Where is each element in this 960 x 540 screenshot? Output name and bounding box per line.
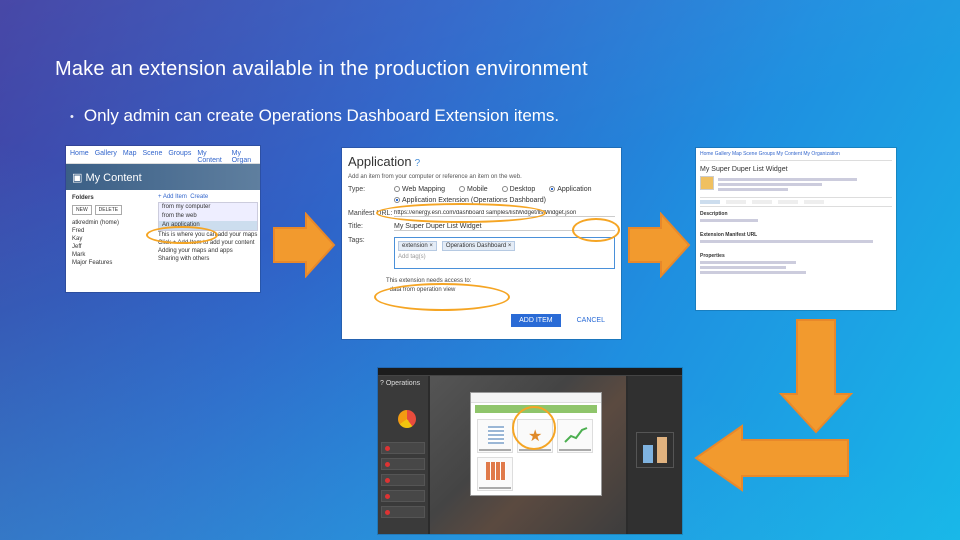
- section-properties: Properties: [700, 253, 725, 259]
- type-option[interactable]: Web Mapping: [394, 186, 451, 193]
- nav-item[interactable]: Groups: [168, 150, 191, 159]
- dashboard-titlebar: [378, 368, 682, 376]
- arrow-left-icon: [694, 424, 849, 492]
- radio-selected-icon: [394, 197, 400, 204]
- bullet-dot-icon: •: [70, 110, 74, 123]
- grid-icon: [486, 462, 506, 480]
- item-summary: [718, 176, 892, 193]
- tags-field[interactable]: extension × Operations Dashboard × Add t…: [394, 237, 615, 269]
- content-icon: ▣: [72, 172, 86, 184]
- bullet-text: Only admin can create Operations Dashboa…: [83, 106, 560, 125]
- type-row: Type: Web Mapping Mobile Desktop Applica…: [348, 186, 615, 204]
- item-header: [700, 176, 892, 193]
- nav-item[interactable]: Map: [123, 150, 137, 159]
- list-card[interactable]: [381, 458, 425, 470]
- chart-bar: [643, 445, 653, 463]
- add-item-button[interactable]: ADD ITEM: [511, 314, 561, 327]
- title-label: Title:: [348, 223, 363, 230]
- item-tab[interactable]: [778, 200, 798, 204]
- portal-nav: Home Gallery Map Scene Groups My Content…: [66, 146, 260, 164]
- item-tab[interactable]: [804, 200, 824, 204]
- add-application-dialog: Application? Add an item from your compu…: [342, 148, 621, 339]
- radio-icon: [394, 186, 400, 193]
- arrow-right-1-icon: [273, 212, 336, 278]
- nav-item[interactable]: Scene: [143, 150, 163, 159]
- radio-icon: [459, 186, 466, 193]
- table-icon: [488, 426, 504, 444]
- hint-link[interactable]: Sharing with others: [158, 255, 258, 263]
- help-icon[interactable]: ?: [415, 158, 421, 169]
- list-card[interactable]: [381, 506, 425, 518]
- arrow-right-2-icon: [628, 212, 691, 278]
- radio-icon: [501, 186, 508, 193]
- list-card[interactable]: [381, 490, 425, 502]
- section-manifest: Extension Manifest URL: [700, 232, 758, 238]
- dialog-title: Application?: [348, 154, 615, 169]
- dashboard-right-column: [628, 376, 682, 534]
- tag-chip[interactable]: extension ×: [398, 241, 437, 251]
- radio-icon: [549, 186, 556, 193]
- chart-bar: [657, 437, 667, 463]
- highlight-manifest-url: [572, 218, 620, 242]
- new-folder-button[interactable]: NEW: [72, 205, 92, 215]
- menu-item-web[interactable]: from the web: [159, 212, 257, 221]
- pie-chart-widget: [398, 410, 416, 428]
- item-tab[interactable]: [752, 200, 772, 204]
- type-option[interactable]: Mobile: [459, 186, 494, 193]
- highlight-summary: [374, 283, 510, 311]
- add-item-button[interactable]: + Add Item: [158, 194, 187, 200]
- highlight-custom-widget: [512, 406, 556, 450]
- item-tab[interactable]: [726, 200, 746, 204]
- type-option[interactable]: Application: [549, 186, 597, 193]
- slide-title: Make an extension available in the produ…: [55, 58, 588, 80]
- arrow-down-icon: [779, 319, 853, 434]
- widget-tile-table[interactable]: [477, 419, 513, 453]
- line-chart-icon: [564, 427, 588, 443]
- type-label: Type:: [348, 186, 366, 193]
- dialog-title-text: Application: [348, 154, 412, 169]
- nav-item[interactable]: Home: [70, 150, 89, 159]
- type-options: Web Mapping Mobile Desktop Application A…: [394, 186, 615, 204]
- section-description: Description: [700, 211, 728, 217]
- item-tab[interactable]: [700, 200, 720, 204]
- tag-chip[interactable]: Operations Dashboard ×: [441, 241, 516, 251]
- menu-item-computer[interactable]: from my computer: [159, 203, 257, 212]
- list-card[interactable]: [381, 474, 425, 486]
- tags-label: Tags:: [348, 237, 365, 244]
- tags-row: Tags: extension × Operations Dashboard ×…: [348, 237, 615, 269]
- widget-tile-grid[interactable]: [477, 457, 513, 491]
- item-nav: Home Gallery Map Scene Groups My Content…: [700, 151, 892, 161]
- hint-link[interactable]: Adding your maps and apps: [158, 247, 258, 255]
- nav-item[interactable]: My Content: [197, 150, 225, 164]
- nav-item[interactable]: Gallery: [95, 150, 117, 159]
- type-option[interactable]: Desktop: [501, 186, 542, 193]
- widget-tile-chart[interactable]: [557, 419, 593, 453]
- dialog-buttons: ADD ITEM CANCEL: [511, 314, 605, 327]
- dashboard-brand: ? Operations: [380, 380, 421, 387]
- operations-dashboard-screenshot: ? Operations ★: [378, 368, 682, 534]
- item-title: My Super Duper List Widget: [700, 166, 788, 173]
- dialog-subtitle: Add an item from your computer or refere…: [348, 174, 522, 180]
- create-button[interactable]: Create: [190, 194, 208, 200]
- add-tags-placeholder[interactable]: Add tag(s): [398, 254, 611, 260]
- my-content-banner: ▣ My Content: [66, 164, 260, 190]
- banner-label: My Content: [85, 172, 142, 184]
- slide-bullet: • Only admin can create Operations Dashbo…: [70, 106, 559, 126]
- highlight-extension-option: [376, 203, 546, 223]
- dashboard-left-column: ? Operations: [378, 376, 428, 534]
- item-tabs: [700, 197, 892, 207]
- list-card[interactable]: [381, 442, 425, 454]
- bar-chart-widget: [636, 432, 674, 468]
- add-widget-dialog-header: [471, 393, 601, 403]
- delete-folder-button[interactable]: DELETE: [94, 205, 123, 215]
- my-content-screenshot: Home Gallery Map Scene Groups My Content…: [66, 146, 260, 292]
- item-thumbnail: [700, 176, 714, 190]
- nav-item[interactable]: My Organ: [232, 150, 256, 164]
- item-details-screenshot: Home Gallery Map Scene Groups My Content…: [696, 148, 896, 310]
- cancel-button[interactable]: CANCEL: [577, 317, 605, 324]
- highlight-application-menu: [146, 226, 218, 244]
